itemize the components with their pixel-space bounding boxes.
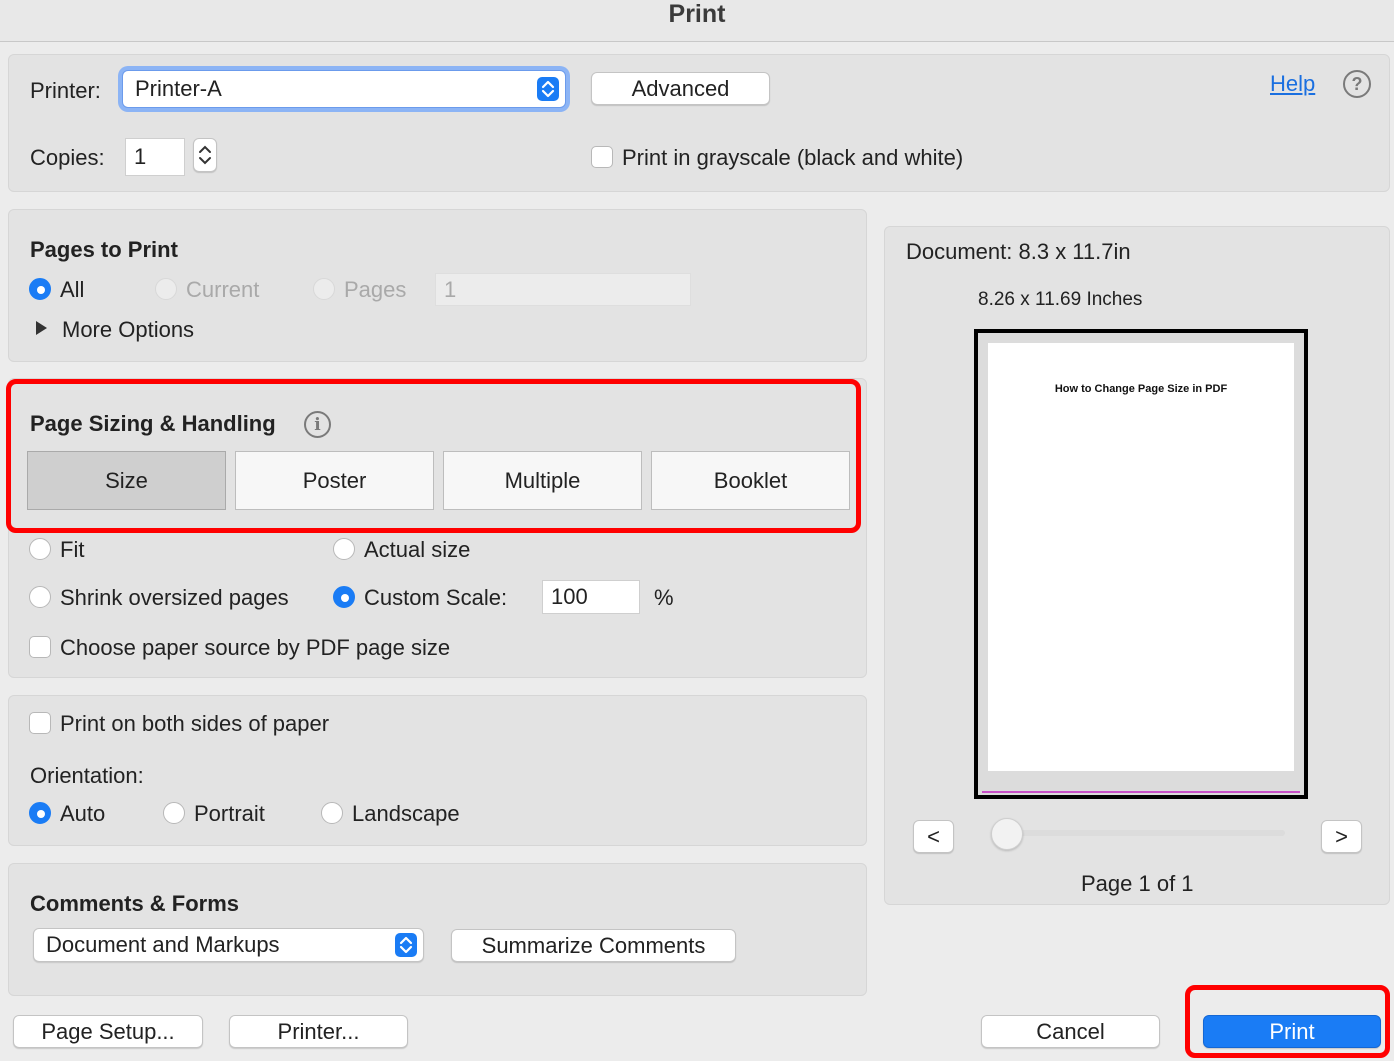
pages-all-radio[interactable]: [29, 278, 51, 300]
next-page-button[interactable]: >: [1321, 820, 1362, 853]
comments-select[interactable]: Document and Markups: [33, 928, 424, 962]
tab-poster[interactable]: Poster: [235, 451, 434, 510]
page-slider-knob[interactable]: [991, 818, 1023, 850]
orientation-portrait-radio[interactable]: [163, 802, 185, 824]
both-sides-checkbox[interactable]: [29, 712, 51, 734]
printer-button[interactable]: Printer...: [229, 1015, 408, 1048]
page-setup-button[interactable]: Page Setup...: [13, 1015, 203, 1048]
select-arrows-icon: [537, 77, 559, 101]
paper-source-checkbox[interactable]: [29, 636, 51, 658]
help-icon[interactable]: ?: [1343, 70, 1371, 98]
paper-source-label: Choose paper source by PDF page size: [60, 635, 451, 660]
advanced-button[interactable]: Advanced: [591, 72, 770, 105]
help-link[interactable]: Help: [1270, 71, 1315, 97]
page-preview: How to Change Page Size in PDF: [974, 329, 1308, 799]
orientation-auto-radio[interactable]: [29, 802, 51, 824]
custom-scale-label: Custom Scale:: [364, 585, 508, 610]
tab-size[interactable]: Size: [27, 451, 226, 510]
window-title: Print: [668, 0, 726, 28]
document-size-label: Document: 8.3 x 11.7in: [906, 239, 1131, 264]
pages-range-label: Pages: [344, 277, 407, 302]
pages-range-input[interactable]: 1: [435, 273, 691, 306]
actual-size-label: Actual size: [364, 537, 471, 562]
percent-label: %: [654, 585, 674, 610]
tab-multiple[interactable]: Multiple: [443, 451, 642, 510]
pages-range-radio[interactable]: [313, 278, 335, 300]
custom-scale-input[interactable]: 100: [542, 580, 640, 614]
info-icon[interactable]: i: [304, 411, 331, 438]
pages-current-radio[interactable]: [155, 278, 177, 300]
orientation-landscape-radio[interactable]: [321, 802, 343, 824]
printer-label: Printer:: [30, 78, 101, 103]
orientation-portrait-label: Portrait: [194, 801, 265, 826]
grayscale-label: Print in grayscale (black and white): [622, 145, 964, 170]
pages-current-label: Current: [186, 277, 260, 302]
summarize-comments-button[interactable]: Summarize Comments: [451, 929, 736, 962]
page-slider-track[interactable]: [995, 830, 1285, 836]
fit-label: Fit: [60, 537, 85, 562]
preview-page: How to Change Page Size in PDF: [988, 343, 1294, 771]
printer-select[interactable]: Printer-A: [122, 70, 566, 108]
tab-booklet[interactable]: Booklet: [651, 451, 850, 510]
orientation-auto-label: Auto: [60, 801, 106, 826]
actual-size-radio[interactable]: [333, 538, 355, 560]
paper-size-label: 8.26 x 11.69 Inches: [978, 289, 1143, 310]
select-arrows-icon: [395, 933, 417, 957]
grayscale-checkbox[interactable]: [591, 146, 613, 168]
stepper-arrows-icon: [199, 145, 211, 165]
copies-stepper[interactable]: [193, 138, 217, 172]
pages-all-label: All: [60, 277, 85, 302]
printer-select-value: Printer-A: [135, 76, 222, 101]
custom-scale-radio[interactable]: [333, 586, 355, 608]
orientation-label: Orientation:: [30, 763, 144, 788]
cancel-button[interactable]: Cancel: [981, 1015, 1160, 1048]
disclosure-triangle-icon[interactable]: [36, 321, 47, 335]
print-button[interactable]: Print: [1203, 1015, 1381, 1048]
page-sizing-heading: Page Sizing & Handling: [30, 411, 276, 436]
page-indicator: Page 1 of 1: [1081, 871, 1194, 896]
comments-forms-heading: Comments & Forms: [30, 891, 240, 916]
shrink-radio[interactable]: [29, 586, 51, 608]
orientation-landscape-label: Landscape: [352, 801, 460, 826]
copies-input[interactable]: 1: [125, 138, 185, 176]
shrink-label: Shrink oversized pages: [60, 585, 289, 610]
pages-to-print-heading: Pages to Print: [30, 237, 178, 262]
comments-select-value: Document and Markups: [46, 932, 280, 957]
both-sides-label: Print on both sides of paper: [60, 711, 330, 736]
copies-label: Copies:: [30, 145, 105, 170]
title-bar: Print: [0, 0, 1394, 42]
fit-radio[interactable]: [29, 538, 51, 560]
preview-page-text: How to Change Page Size in PDF: [1054, 383, 1228, 395]
more-options-label[interactable]: More Options: [62, 317, 194, 343]
prev-page-button[interactable]: <: [913, 820, 954, 853]
